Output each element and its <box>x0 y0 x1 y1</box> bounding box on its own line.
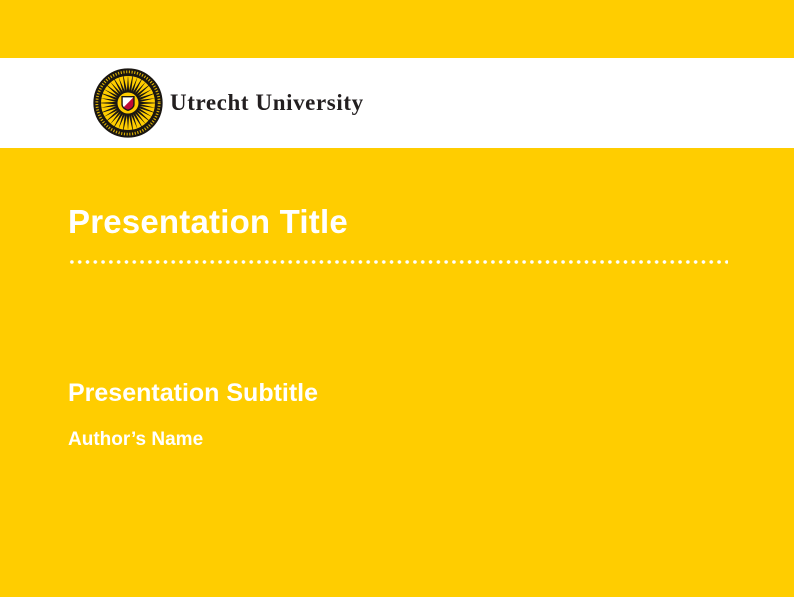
title-slide: Utrecht University Presentation Title Pr… <box>0 0 794 597</box>
sun-seal-icon <box>93 68 163 138</box>
presentation-title: Presentation Title <box>68 202 348 242</box>
university-wordmark: Utrecht University <box>170 58 364 148</box>
author-name: Author’s Name <box>68 427 203 453</box>
header-band: Utrecht University <box>0 58 794 148</box>
dotted-separator <box>68 259 728 265</box>
presentation-subtitle: Presentation Subtitle <box>68 377 318 409</box>
utrecht-university-logo <box>93 68 163 138</box>
